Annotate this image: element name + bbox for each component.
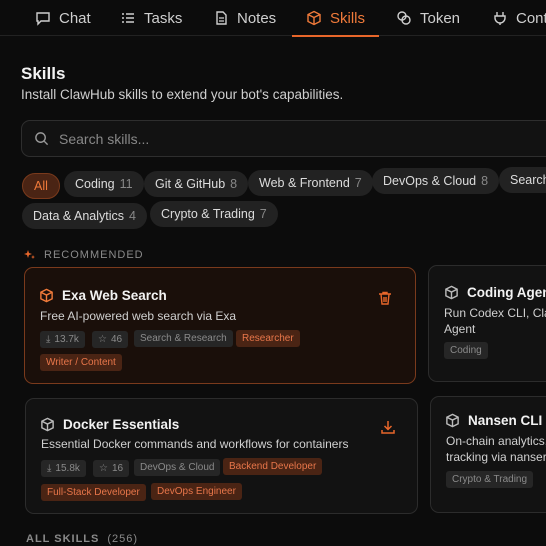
filter-devops-cloud[interactable]: DevOps & Cloud 8 — [372, 168, 500, 194]
tab-label: Tasks — [144, 9, 183, 27]
recommended-text: RECOMMENDED — [44, 249, 144, 261]
recommended-label: RECOMMENDED — [24, 249, 144, 261]
document-icon — [216, 11, 227, 25]
all-skills-label: ALL SKILLS (256) — [26, 533, 138, 545]
tab-tasks[interactable]: Tasks — [120, 0, 182, 36]
role-tag: Full-Stack Developer — [41, 484, 146, 501]
download-icon[interactable] — [380, 419, 396, 435]
chip-label: Web & Frontend — [259, 176, 350, 190]
stars-value: 16 — [111, 463, 124, 474]
cube-icon — [445, 285, 458, 300]
tab-token[interactable]: Token — [396, 0, 460, 36]
cube-icon — [41, 417, 54, 432]
filter-web-frontend[interactable]: Web & Frontend 7 — [248, 170, 373, 196]
tab-label: Token — [420, 9, 461, 27]
stars-tag: ☆ 16 — [93, 460, 130, 477]
filter-all[interactable]: All — [22, 173, 60, 199]
cube-icon — [446, 413, 459, 428]
role-tag: Writer / Content — [40, 354, 122, 371]
chip-label: Crypto & Trading — [161, 207, 255, 221]
card-title-row: Coding Agent — [444, 285, 546, 300]
filter-crypto-trading[interactable]: Crypto & Trading 7 — [150, 201, 278, 227]
tab-label: Notes — [237, 9, 277, 27]
chip-label: Coding — [75, 177, 115, 191]
downloads-value: 15.8k — [55, 463, 80, 474]
role-tag: DevOps Engineer — [151, 483, 242, 500]
plug-icon — [494, 12, 506, 25]
skill-card-exa[interactable]: Exa Web Search Free AI-powered web searc… — [24, 267, 416, 384]
chip-label: Git & GitHub — [155, 177, 226, 191]
filter-search[interactable]: Search — [499, 167, 546, 193]
page-subtitle: Install ClawHub skills to extend your bo… — [21, 87, 344, 102]
search-input[interactable] — [59, 130, 519, 147]
downloads-tag: ⤓ 13.7k — [40, 331, 85, 348]
all-skills-count: (256) — [107, 533, 139, 545]
card-description: Run Codex CLI, Cla — [444, 306, 546, 320]
chip-count: 8 — [481, 174, 489, 188]
downloads-value: 13.7k — [54, 334, 79, 345]
page-title: Skills — [21, 64, 66, 83]
card-title-row: Docker Essentials — [40, 417, 179, 432]
all-skills-text: ALL SKILLS — [26, 533, 100, 545]
stars-tag: ☆ 46 — [92, 331, 129, 348]
category-tag: Crypto & Trading — [446, 471, 534, 488]
category-tag: Coding — [444, 342, 488, 359]
role-tag: Backend Developer — [223, 458, 323, 475]
filter-git-github[interactable]: Git & GitHub 8 — [144, 171, 249, 197]
card-description-line2: Agent — [444, 322, 476, 336]
card-title: Nansen CLI — [468, 413, 543, 428]
stars-value: 46 — [110, 334, 123, 345]
skill-card-nansen[interactable]: Nansen CLI On-chain analytics, tracking … — [430, 396, 546, 513]
search-box — [21, 120, 546, 157]
role-tag: Researcher — [236, 330, 300, 347]
chip-count: 11 — [119, 177, 133, 191]
filter-data-analytics[interactable]: Data & Analytics 4 — [22, 203, 147, 229]
skill-card-coding-agent[interactable]: Coding Agent Run Codex CLI, Cla Agent Co… — [428, 265, 546, 382]
chip-label: Search — [510, 173, 546, 187]
card-title: Docker Essentials — [63, 417, 180, 432]
filter-coding[interactable]: Coding 11 — [64, 171, 144, 197]
card-description-line2: tracking via nanser — [446, 450, 546, 464]
list-icon — [122, 13, 134, 23]
chat-bubble-icon — [36, 12, 50, 26]
tab-label: Contr — [516, 9, 546, 27]
card-description: Essential Docker commands and workflows … — [41, 437, 349, 451]
tab-control[interactable]: Contr — [492, 0, 546, 36]
chip-count: 4 — [129, 209, 136, 223]
tab-label: Skills — [330, 9, 366, 27]
tab-notes[interactable]: Notes — [213, 0, 276, 36]
card-title: Exa Web Search — [62, 288, 167, 303]
card-title-row: Nansen CLI — [445, 413, 542, 428]
coins-icon — [397, 11, 411, 25]
top-nav: Chat Tasks Notes Skills Token Contr — [0, 0, 546, 37]
card-description: Free AI-powered web search via Exa — [40, 309, 237, 323]
card-description: On-chain analytics, — [446, 434, 546, 448]
cube-icon — [307, 10, 321, 26]
trash-icon[interactable] — [377, 290, 393, 306]
download-count-icon: ⤓ — [47, 463, 52, 474]
chip-label: DevOps & Cloud — [383, 174, 477, 188]
chip-count: 8 — [230, 177, 238, 191]
sparkle-icon — [24, 250, 35, 259]
star-icon: ☆ — [99, 463, 108, 474]
tab-label: Chat — [59, 9, 91, 27]
cube-icon — [40, 288, 53, 303]
tab-skills[interactable]: Skills — [291, 0, 380, 37]
chip-count: 7 — [354, 176, 362, 190]
category-tag: Search & Research — [134, 330, 233, 347]
chip-count: 7 — [259, 207, 267, 221]
chip-label: All — [34, 179, 48, 193]
download-count-icon: ⤓ — [46, 334, 51, 345]
card-title-row: Exa Web Search — [39, 288, 167, 303]
category-tag: DevOps & Cloud — [134, 459, 221, 476]
downloads-tag: ⤓ 15.8k — [41, 460, 86, 477]
chip-label: Data & Analytics — [33, 209, 125, 223]
card-title: Coding Agent — [467, 285, 546, 300]
tab-chat[interactable]: Chat — [35, 0, 91, 36]
star-icon: ☆ — [98, 334, 107, 345]
skill-card-docker[interactable]: Docker Essentials Essential Docker comma… — [25, 398, 418, 514]
search-icon — [35, 132, 49, 146]
